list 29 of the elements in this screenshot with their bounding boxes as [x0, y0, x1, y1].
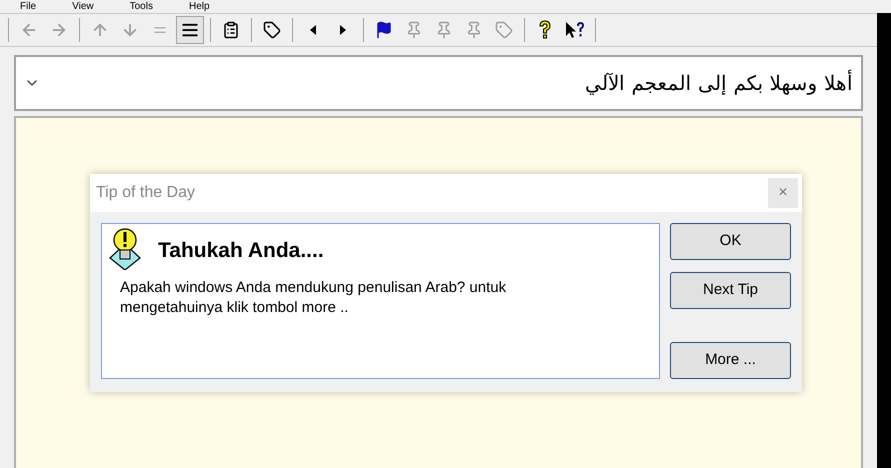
combo-value: أهلا وسهلا بكم إلى المعجم الآلي — [585, 68, 853, 97]
combo-box[interactable]: أهلا وسهلا بكم إلى المعجم الآلي — [14, 55, 863, 111]
dialog-button[interactable]: More ... — [670, 342, 791, 379]
pin-icon — [405, 21, 423, 39]
pin-icon — [435, 21, 453, 39]
toolbar-button[interactable] — [176, 16, 204, 44]
menu-item[interactable]: Help — [188, 2, 210, 12]
dialog-button[interactable]: Next Tip — [670, 272, 791, 309]
tag-icon — [263, 21, 281, 39]
tag-icon — [495, 21, 513, 39]
menu-item[interactable]: View — [72, 2, 94, 12]
tip-text: Apakah windows Anda mendukung penulisan Arab? untuk mengetahuinya klik tombol more .. — [120, 278, 508, 318]
pointer-question-icon — [564, 20, 586, 40]
dialog-button[interactable]: OK — [670, 223, 791, 260]
down-arrow-icon — [121, 21, 139, 39]
tip-heading: Tahukah Anda.... — [158, 238, 324, 264]
right-triangle-icon — [338, 24, 348, 36]
lightbulb-icon — [108, 226, 142, 270]
clipboard-icon — [222, 21, 240, 39]
lines-icon — [181, 21, 199, 39]
menu-item[interactable]: Tools — [130, 2, 153, 12]
menu-item[interactable]: File — [20, 2, 36, 12]
dialog-title: Tip of the Day — [96, 183, 196, 203]
close-button[interactable]: × — [768, 178, 798, 208]
pin-icon — [465, 21, 483, 39]
flag-icon — [375, 21, 393, 39]
question-mark-icon — [537, 20, 553, 40]
left-triangle-icon — [308, 24, 318, 36]
right-arrow-icon — [50, 21, 68, 39]
